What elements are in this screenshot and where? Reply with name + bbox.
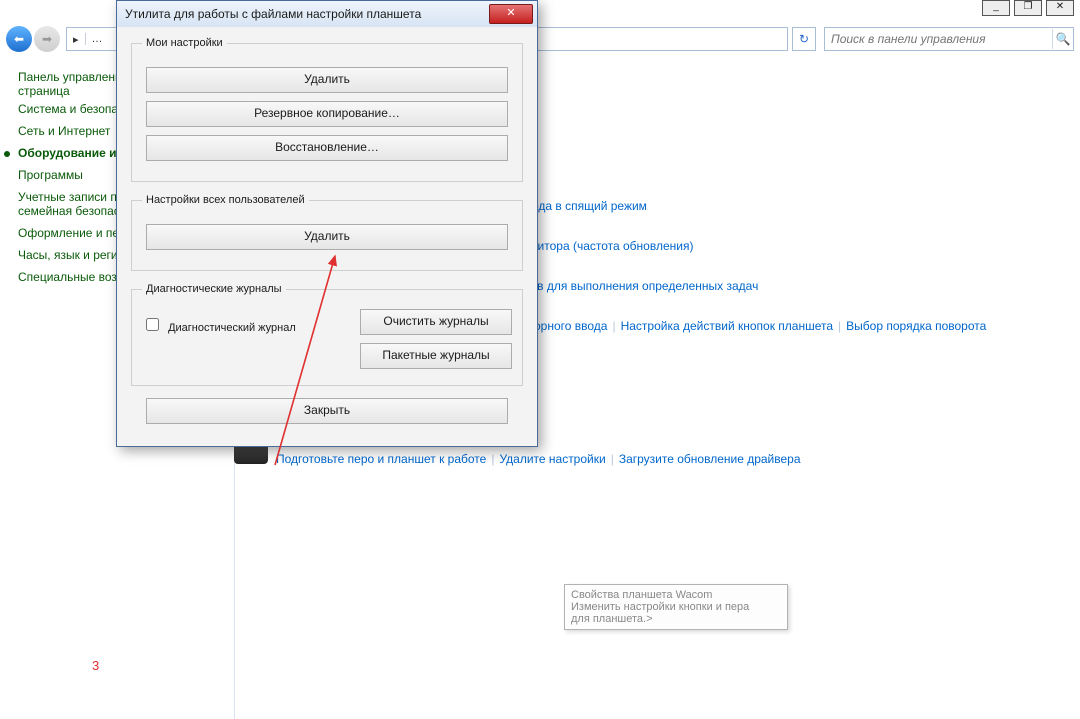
diagnostic-checkbox-text: Диагностический журнал (168, 322, 296, 334)
diagnostic-checkbox[interactable] (146, 318, 159, 331)
category-link[interactable]: Подготовьте перо и планшет к работе (276, 452, 486, 466)
group-all-users: Настройки всех пользователей Удалить (131, 194, 523, 271)
group-legend: Мои настройки (142, 37, 227, 49)
delete-button[interactable]: Удалить (146, 67, 508, 93)
breadcrumb-more: … (85, 33, 109, 45)
group-legend: Настройки всех пользователей (142, 194, 309, 206)
diagnostic-checkbox-label[interactable]: Диагностический журнал (142, 322, 296, 334)
page-number: 3 (92, 658, 99, 673)
separator: | (833, 319, 846, 333)
tooltip-line: Изменить настройки кнопки и пера (571, 601, 781, 613)
separator: | (607, 319, 620, 333)
back-button[interactable]: ⬅ (6, 26, 32, 52)
dialog-tablet-utility: Утилита для работы с файлами настройки п… (116, 0, 538, 447)
tooltip: Свойства планшета Wacom Изменить настрой… (564, 584, 788, 630)
category-link[interactable]: Удалите настройки (499, 452, 605, 466)
search-icon[interactable]: 🔍 (1052, 29, 1073, 49)
forward-button[interactable]: ➡ (34, 26, 60, 52)
tooltip-line: для планшета.> (571, 613, 781, 625)
restore-button[interactable]: Восстановление… (146, 135, 508, 161)
close-dialog-button[interactable]: Закрыть (146, 398, 508, 424)
separator: | (606, 452, 619, 466)
backup-button[interactable]: Резервное копирование… (146, 101, 508, 127)
category-link[interactable]: Загрузите обновление драйвера (619, 452, 801, 466)
search-input[interactable] (825, 32, 1052, 46)
close-window-button[interactable]: ✕ (1046, 0, 1074, 16)
group-legend: Диагностические журналы (142, 283, 286, 295)
search-box[interactable]: 🔍 (824, 27, 1074, 51)
group-diagnostics: Диагностические журналы Диагностический … (131, 283, 523, 386)
reload-button[interactable]: ↻ (792, 27, 816, 51)
clear-logs-button[interactable]: Очистить журналы (360, 309, 512, 335)
delete-all-button[interactable]: Удалить (146, 224, 508, 250)
category-link[interactable]: Настройка действий кнопок планшета (621, 319, 833, 333)
dialog-title: Утилита для работы с файлами настройки п… (125, 7, 489, 21)
maximize-button[interactable]: ❐ (1014, 0, 1042, 16)
dialog-close-button[interactable]: ✕ (489, 4, 533, 24)
separator: | (486, 452, 499, 466)
dialog-titlebar[interactable]: Утилита для работы с файлами настройки п… (117, 1, 537, 27)
batch-logs-button[interactable]: Пакетные журналы (360, 343, 512, 369)
group-my-settings: Мои настройки Удалить Резервное копирова… (131, 37, 523, 182)
breadcrumb-icon: ▸ (67, 33, 85, 46)
tooltip-line: Свойства планшета Wacom (571, 589, 781, 601)
minimize-button[interactable]: _ (982, 0, 1010, 16)
category-links: Подготовьте перо и планшет к работе|Удал… (276, 449, 801, 469)
